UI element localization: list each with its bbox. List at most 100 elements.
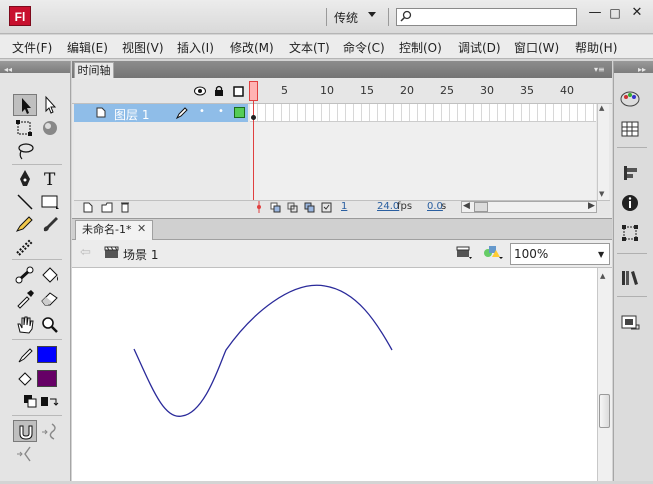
eraser-tool[interactable] [38, 287, 62, 309]
menu-help[interactable]: 帮助(H) [575, 39, 617, 56]
menu-text[interactable]: 文本(T) [289, 39, 330, 56]
frame-rate[interactable]: 24.0 [377, 201, 399, 212]
scroll-left-icon[interactable]: ◀ [463, 201, 470, 211]
back-arrow-icon[interactable]: ⇦ [80, 245, 91, 260]
onion-skin-outlines-icon[interactable] [287, 202, 298, 213]
new-folder-icon[interactable] [101, 202, 113, 213]
motion-presets-icon[interactable] [619, 312, 641, 332]
search-input[interactable] [396, 8, 577, 26]
eyedropper-tool[interactable] [13, 287, 37, 309]
outline-icon[interactable] [233, 86, 244, 97]
minimize-button[interactable]: — [588, 6, 602, 21]
straighten-button[interactable] [13, 442, 37, 464]
dock-collapse-bar[interactable]: ▸▸ [614, 61, 653, 74]
layer-outline-color[interactable] [234, 107, 245, 118]
menu-commands[interactable]: 命令(C) [343, 39, 385, 56]
menu-edit[interactable]: 编辑(E) [67, 39, 108, 56]
keyframe[interactable] [251, 115, 256, 120]
visibility-dot[interactable]: • [199, 106, 205, 117]
close-button[interactable]: ✕ [630, 6, 644, 21]
color-palette-icon[interactable] [619, 89, 641, 109]
frame-ruler[interactable] [250, 80, 596, 103]
menu-modify[interactable]: 修改(M) [230, 39, 274, 56]
free-transform-tool[interactable] [13, 117, 37, 139]
menu-window[interactable]: 窗口(W) [514, 39, 559, 56]
hand-tool[interactable] [13, 314, 37, 336]
scene-breadcrumb[interactable]: 场景 1 [123, 246, 158, 263]
scroll-thumb[interactable] [599, 394, 610, 428]
stroke-color-label [13, 344, 37, 366]
fill-color-label [13, 368, 37, 390]
fill-color-swatch[interactable] [37, 370, 57, 387]
edit-multiple-frames-icon[interactable] [304, 202, 315, 213]
menu-control[interactable]: 控制(O) [399, 39, 442, 56]
info-icon[interactable] [619, 193, 641, 213]
pencil-tool[interactable] [13, 213, 37, 235]
lock-icon[interactable] [214, 85, 224, 97]
lock-dot[interactable]: • [218, 106, 224, 117]
frame-row[interactable] [250, 104, 596, 122]
stage-canvas[interactable] [72, 268, 597, 481]
edit-scene-icon[interactable] [456, 245, 473, 260]
brush-tool[interactable] [38, 213, 62, 235]
menu-file[interactable]: 文件(F) [12, 39, 52, 56]
text-tool[interactable]: T [38, 168, 62, 190]
transform-icon[interactable] [619, 223, 641, 243]
onion-skin-icon[interactable] [270, 202, 281, 213]
line-tool[interactable] [13, 191, 37, 213]
menu-debug[interactable]: 调试(D) [458, 39, 501, 56]
tools-collapse-bar[interactable]: ◂◂ [0, 61, 70, 74]
panel-menu-icon[interactable]: ▾≡ [594, 64, 605, 76]
rectangle-tool[interactable] [38, 191, 62, 213]
lasso-tool[interactable] [13, 140, 37, 162]
edit-symbols-icon[interactable] [482, 244, 504, 260]
pen-tool[interactable] [13, 168, 37, 190]
smooth-button[interactable] [38, 420, 62, 442]
library-icon[interactable] [619, 268, 641, 288]
eye-icon[interactable] [194, 86, 206, 96]
stage-scrollbar[interactable] [597, 268, 612, 481]
selection-tool[interactable] [13, 94, 37, 116]
magnet-icon [19, 425, 33, 440]
timeline-panel-header[interactable] [72, 61, 612, 78]
playhead[interactable] [249, 81, 258, 101]
swatches-icon[interactable] [619, 119, 641, 139]
scroll-up-icon[interactable]: ▲ [600, 272, 605, 280]
subselection-tool[interactable] [38, 94, 62, 116]
swap-colors-button[interactable] [37, 391, 61, 413]
tab-timeline[interactable]: 时间轴 [74, 62, 114, 78]
frame-tick-label: 30 [480, 84, 494, 97]
bone-tool[interactable] [13, 264, 37, 286]
scroll-thumb[interactable] [474, 202, 488, 212]
workspace-switcher[interactable]: 传统 [334, 9, 358, 26]
scroll-down-icon[interactable]: ▼ [599, 190, 604, 198]
close-tab-button[interactable]: ✕ [137, 222, 146, 235]
center-frame-icon[interactable] [255, 201, 263, 213]
stroke-color-swatch[interactable] [37, 346, 57, 363]
current-frame[interactable]: 1 [341, 201, 347, 212]
3d-rotation-tool[interactable] [38, 117, 62, 139]
scroll-right-icon[interactable]: ▶ [588, 201, 595, 211]
scroll-up-icon[interactable]: ▲ [599, 104, 604, 112]
drawn-curve[interactable] [72, 268, 597, 481]
menu-view[interactable]: 视图(V) [122, 39, 164, 56]
paint-bucket-tool[interactable] [38, 264, 62, 286]
new-layer-icon[interactable] [83, 202, 94, 213]
maximize-button[interactable]: □ [608, 7, 622, 21]
deco-tool[interactable] [13, 236, 37, 258]
modify-onion-markers-icon[interactable] [321, 202, 332, 213]
chevron-down-icon[interactable] [368, 12, 376, 17]
expand-icon[interactable]: ▸▸ [614, 65, 646, 74]
align-icon[interactable] [619, 163, 641, 183]
divider [12, 339, 62, 340]
zoom-tool[interactable] [38, 314, 62, 336]
collapse-icon[interactable]: ◂◂ [0, 65, 12, 74]
menu-insert[interactable]: 插入(I) [177, 39, 214, 56]
timeline-scrollbar[interactable] [597, 104, 609, 200]
layer-name[interactable]: 图层 1 [114, 106, 149, 123]
chevron-down-icon[interactable]: ▼ [598, 250, 604, 259]
zoom-select[interactable]: 100% [510, 243, 610, 265]
divider [617, 296, 647, 297]
trash-icon[interactable] [120, 201, 130, 213]
snap-to-objects-button[interactable] [13, 420, 37, 442]
